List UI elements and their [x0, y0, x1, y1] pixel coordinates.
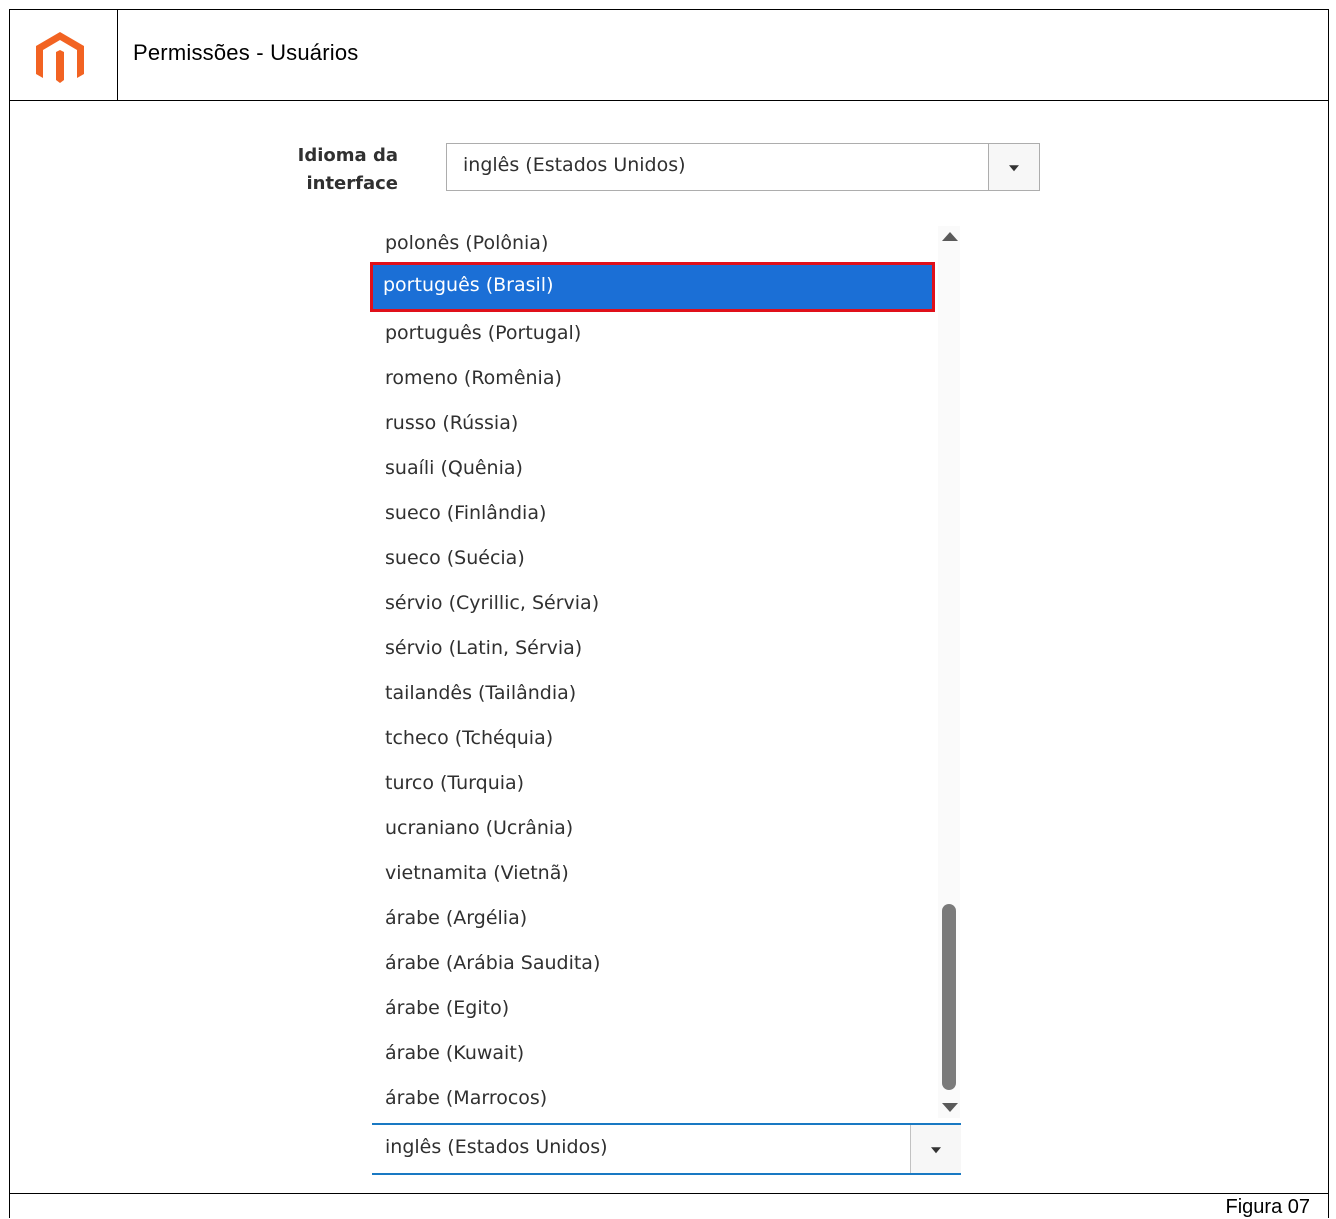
frame-header-divider [9, 100, 1329, 101]
scrollbar-thumb[interactable] [942, 904, 956, 1090]
option-tailandes-tailandia[interactable]: tailandês (Tailândia) [372, 672, 938, 717]
scroll-down-arrow-icon[interactable] [942, 1103, 958, 1112]
open-select-field[interactable]: inglês (Estados Unidos) [372, 1123, 961, 1175]
option-ucraniano-ucrania[interactable]: ucraniano (Ucrânia) [372, 807, 938, 852]
language-dropdown-list[interactable]: polonês (Polônia) português (Brasil) por… [370, 222, 938, 1122]
option-arabe-kuwait[interactable]: árabe (Kuwait) [372, 1032, 938, 1077]
scroll-up-arrow-icon[interactable] [942, 232, 958, 241]
frame-footer-divider [9, 1193, 1329, 1194]
option-portugues-brasil[interactable]: português (Brasil) [370, 262, 935, 312]
figure-caption: Figura 07 [1225, 1196, 1311, 1218]
frame-left [9, 9, 10, 1218]
option-romeno-romenia[interactable]: romeno (Romênia) [372, 357, 938, 402]
option-vietnamita-vietna[interactable]: vietnamita (Vietnã) [372, 852, 938, 897]
option-arabe-marrocos[interactable]: árabe (Marrocos) [372, 1077, 938, 1122]
option-tcheco-tchequia[interactable]: tcheco (Tchéquia) [372, 717, 938, 762]
interface-language-label: Idioma da interface [262, 142, 398, 198]
option-turco-turquia[interactable]: turco (Turquia) [372, 762, 938, 807]
option-russo-russia[interactable]: russo (Rússia) [372, 402, 938, 447]
interface-language-select[interactable]: inglês (Estados Unidos) [446, 143, 1040, 191]
selected-value: inglês (Estados Unidos) [463, 154, 686, 176]
current-value: inglês (Estados Unidos) [385, 1136, 608, 1158]
option-servio-latin[interactable]: sérvio (Latin, Sérvia) [372, 627, 938, 672]
magento-logo-icon [34, 30, 86, 86]
chevron-down-icon [1009, 165, 1019, 172]
option-arabe-argelia[interactable]: árabe (Argélia) [372, 897, 938, 942]
option-sueco-finlandia[interactable]: sueco (Finlândia) [372, 492, 938, 537]
option-portugues-portugal[interactable]: português (Portugal) [372, 312, 938, 357]
frame-top [9, 9, 1328, 10]
frame-right [1328, 9, 1329, 1218]
option-arabe-arabia-saudita[interactable]: árabe (Arábia Saudita) [372, 942, 938, 987]
page-title: Permissões - Usuários [133, 40, 359, 65]
dropdown-toggle-button-open[interactable] [910, 1125, 961, 1173]
option-polones-polonia[interactable]: polonês (Polônia) [372, 222, 938, 267]
option-sueco-suecia[interactable]: sueco (Suécia) [372, 537, 938, 582]
label-line-1: Idioma da [297, 145, 398, 166]
frame-logo-divider [117, 9, 118, 101]
label-line-2: interface [306, 173, 398, 194]
option-suaili-quenia[interactable]: suaíli (Quênia) [372, 447, 938, 492]
chevron-down-icon [931, 1147, 941, 1154]
option-arabe-egito[interactable]: árabe (Egito) [372, 987, 938, 1032]
dropdown-toggle-button[interactable] [988, 144, 1039, 190]
option-servio-cyrillic[interactable]: sérvio (Cyrillic, Sérvia) [372, 582, 938, 627]
